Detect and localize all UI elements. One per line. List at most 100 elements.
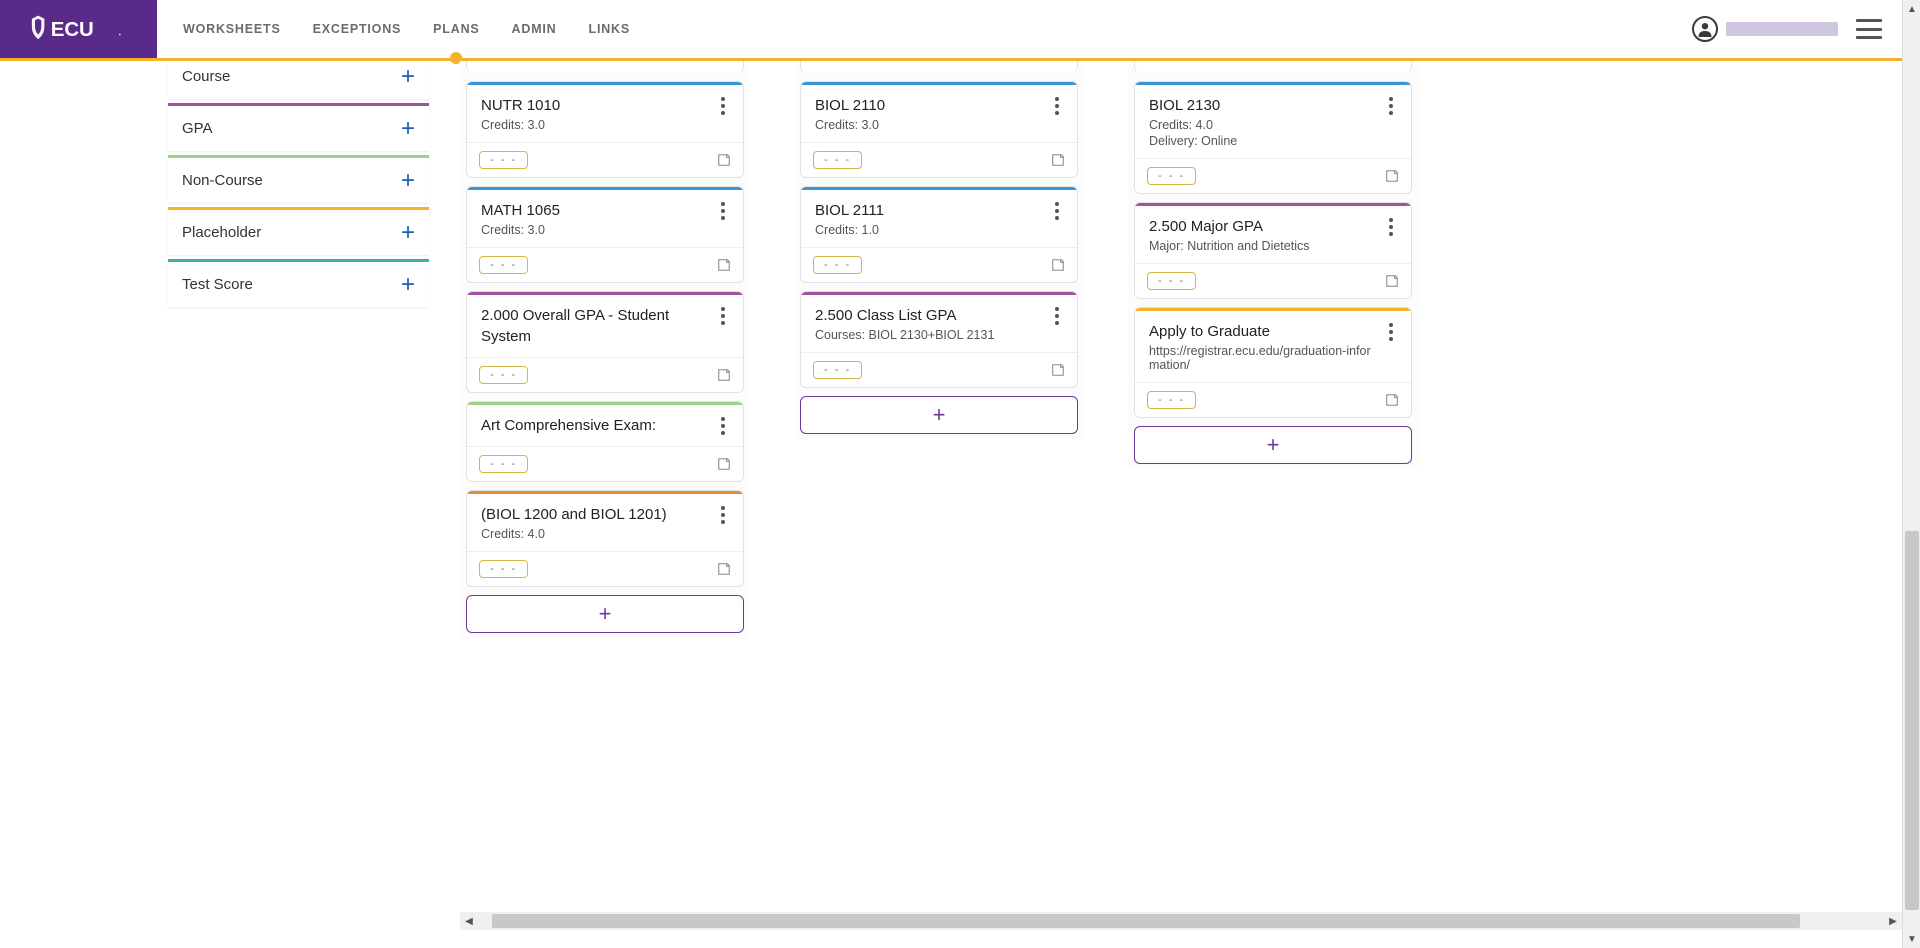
hamburger-menu-icon[interactable] (1856, 19, 1882, 39)
gpa-card[interactable]: 2.500 Major GPA Major: Nutrition and Die… (1134, 202, 1412, 299)
card-subtitle: Credits: 3.0 (815, 118, 1037, 132)
kebab-menu-icon[interactable] (713, 303, 733, 329)
card-title: BIOL 2110 (815, 95, 1037, 116)
sidebar-item-testscore[interactable]: Test Score + (168, 259, 429, 307)
scroll-left-icon[interactable]: ◀ (460, 912, 478, 930)
nav-links[interactable]: LINKS (573, 0, 647, 58)
note-icon[interactable] (717, 562, 731, 576)
note-icon[interactable] (717, 457, 731, 471)
sidebar-label: Course (182, 68, 230, 85)
card-title: MATH 1065 (481, 200, 703, 221)
card-subtitle: Credits: 4.0 (1149, 118, 1371, 132)
top-bar: ECU WORKSHEETS EXCEPTIONS PLANS ADMIN LI… (0, 0, 1920, 58)
card-title: BIOL 2130 (1149, 95, 1371, 116)
scroll-down-icon[interactable]: ▼ (1903, 930, 1920, 948)
course-card[interactable]: BIOL 2110 Credits: 3.0 - - - (800, 81, 1078, 178)
course-card[interactable]: MATH 1065 Credits: 3.0 - - - (466, 186, 744, 283)
course-card[interactable]: BIOL 2130 Credits: 4.0 Delivery: Online … (1134, 81, 1412, 194)
plus-icon: + (401, 219, 415, 247)
card-cutoff (1134, 61, 1412, 73)
sidebar-label: GPA (182, 120, 213, 137)
note-icon[interactable] (717, 153, 731, 167)
nav-plans[interactable]: PLANS (417, 0, 495, 58)
plus-icon: + (401, 167, 415, 195)
placeholder-card[interactable]: Apply to Graduate https://registrar.ecu.… (1134, 307, 1412, 418)
kebab-menu-icon[interactable] (1381, 93, 1401, 119)
sidebar-label: Placeholder (182, 224, 261, 241)
card-subtitle: Courses: BIOL 2130+BIOL 2131 (815, 328, 1037, 342)
note-icon[interactable] (1385, 169, 1399, 183)
card-subtitle: Credits: 3.0 (481, 223, 703, 237)
user-avatar-icon[interactable] (1692, 16, 1718, 42)
kebab-menu-icon[interactable] (713, 198, 733, 224)
status-pill[interactable]: - - - (1147, 272, 1196, 290)
user-name-redacted (1726, 22, 1838, 36)
kebab-menu-icon[interactable] (1047, 93, 1067, 119)
kebab-menu-icon[interactable] (1047, 198, 1067, 224)
status-pill[interactable]: - - - (813, 151, 862, 169)
card-title: BIOL 2111 (815, 200, 1037, 221)
nav-exceptions[interactable]: EXCEPTIONS (297, 0, 418, 58)
gpa-card[interactable]: 2.000 Overall GPA - Student System - - - (466, 291, 744, 393)
card-subtitle: Credits: 3.0 (481, 118, 703, 132)
nav-worksheets[interactable]: WORKSHEETS (167, 0, 297, 58)
course-card[interactable]: NUTR 1010 Credits: 3.0 - - - (466, 81, 744, 178)
status-pill[interactable]: - - - (813, 361, 862, 379)
status-pill[interactable]: - - - (479, 366, 528, 384)
card-cutoff (466, 61, 744, 73)
nav-admin[interactable]: ADMIN (496, 0, 573, 58)
term-column: NUTR 1010 Credits: 3.0 - - - MATH 1065 (460, 61, 750, 639)
course-card[interactable]: BIOL 2111 Credits: 1.0 - - - (800, 186, 1078, 283)
card-title: Art Comprehensive Exam: (481, 415, 703, 436)
note-icon[interactable] (1385, 274, 1399, 288)
add-requirement-button[interactable]: + (800, 396, 1078, 434)
note-icon[interactable] (1051, 258, 1065, 272)
plus-icon: + (401, 115, 415, 143)
vertical-scrollbar[interactable]: ▲ ▼ (1902, 0, 1920, 948)
status-pill[interactable]: - - - (1147, 167, 1196, 185)
plus-icon: + (401, 271, 415, 299)
card-subtitle: Major: Nutrition and Dietetics (1149, 239, 1371, 253)
status-pill[interactable]: - - - (1147, 391, 1196, 409)
status-pill[interactable]: - - - (479, 256, 528, 274)
kebab-menu-icon[interactable] (713, 413, 733, 439)
requirement-type-sidebar: Course + GPA + Non-Course + Placeholder … (168, 61, 429, 311)
sidebar-item-noncourse[interactable]: Non-Course + (168, 155, 429, 203)
card-subtitle: https://registrar.ecu.edu/graduation-inf… (1149, 344, 1371, 372)
kebab-menu-icon[interactable] (1381, 214, 1401, 240)
sidebar-item-course[interactable]: Course + (168, 61, 429, 99)
gpa-card[interactable]: 2.500 Class List GPA Courses: BIOL 2130+… (800, 291, 1078, 388)
note-icon[interactable] (1051, 363, 1065, 377)
sidebar-label: Test Score (182, 276, 253, 293)
add-requirement-button[interactable]: + (466, 595, 744, 633)
noncourse-card[interactable]: Art Comprehensive Exam: - - - (466, 401, 744, 482)
note-icon[interactable] (1385, 393, 1399, 407)
sidebar-item-placeholder[interactable]: Placeholder + (168, 207, 429, 255)
note-icon[interactable] (717, 368, 731, 382)
add-requirement-button[interactable]: + (1134, 426, 1412, 464)
plus-icon: + (401, 63, 415, 91)
status-pill[interactable]: - - - (479, 560, 528, 578)
plan-columns: NUTR 1010 Credits: 3.0 - - - MATH 1065 (460, 61, 1418, 639)
kebab-menu-icon[interactable] (713, 502, 733, 528)
status-pill[interactable]: - - - (479, 151, 528, 169)
scroll-right-icon[interactable]: ▶ (1884, 912, 1902, 930)
horizontal-scrollbar[interactable]: ◀ ▶ (460, 912, 1902, 930)
card-title: 2.000 Overall GPA - Student System (481, 305, 703, 347)
card-title: 2.500 Major GPA (1149, 216, 1371, 237)
brand-logo[interactable]: ECU (0, 0, 157, 58)
status-pill[interactable]: - - - (813, 256, 862, 274)
status-pill[interactable]: - - - (479, 455, 528, 473)
sidebar-item-gpa[interactable]: GPA + (168, 103, 429, 151)
kebab-menu-icon[interactable] (1381, 319, 1401, 345)
card-subtitle: Credits: 4.0 (481, 527, 703, 541)
kebab-menu-icon[interactable] (1047, 303, 1067, 329)
note-icon[interactable] (717, 258, 731, 272)
kebab-menu-icon[interactable] (713, 93, 733, 119)
scroll-up-icon[interactable]: ▲ (1903, 0, 1920, 18)
term-column: BIOL 2130 Credits: 4.0 Delivery: Online … (1128, 61, 1418, 639)
card-subtitle: Delivery: Online (1149, 134, 1371, 148)
card-title: NUTR 1010 (481, 95, 703, 116)
choice-card[interactable]: (BIOL 1200 and BIOL 1201) Credits: 4.0 -… (466, 490, 744, 587)
note-icon[interactable] (1051, 153, 1065, 167)
